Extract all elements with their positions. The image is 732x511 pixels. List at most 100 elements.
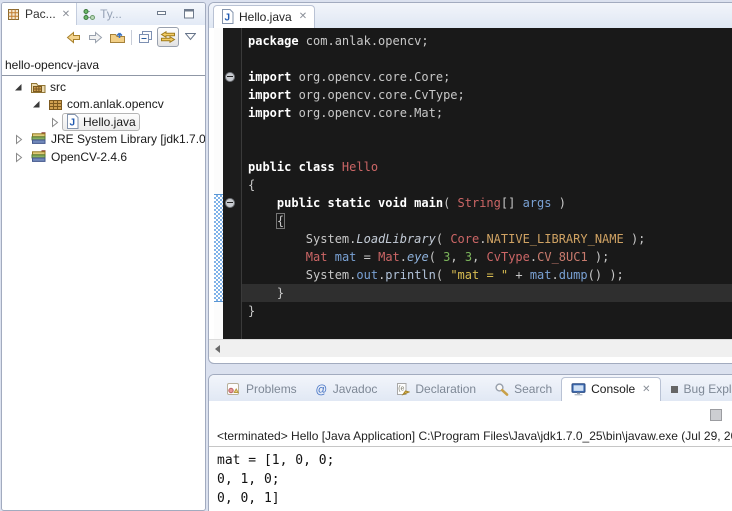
- tab-declaration[interactable]: (e Declaration: [386, 378, 485, 401]
- scroll-left-arrow-icon: [215, 345, 220, 353]
- package-explorer-icon: [8, 8, 21, 21]
- tree-item-jre-system-library-jdk1-7-0[interactable]: JRE System Library [jdk1.7.0: [2, 131, 205, 149]
- code-token: ): [551, 196, 565, 210]
- console-output[interactable]: mat = [1, 0, 0; 0, 1, 0; 0, 0, 1]: [209, 447, 732, 511]
- code-area[interactable]: package com.anlak.opencv;import org.open…: [242, 28, 732, 339]
- close-icon[interactable]: ✕: [299, 11, 307, 22]
- project-root[interactable]: hello-opencv-java: [2, 57, 205, 76]
- code-token: 3: [465, 250, 472, 264]
- svg-text:J: J: [225, 13, 231, 24]
- tree-item-opencv-2-4-6[interactable]: OpenCV-2.4.6: [2, 148, 205, 166]
- code-line: public static void main( String[] args ): [248, 194, 732, 212]
- eclipse-workbench: Pac... ✕ Ty... hello-opencv-java srcco: [0, 0, 732, 511]
- search-icon: [494, 382, 509, 396]
- expanded-arrow-icon[interactable]: [12, 81, 25, 93]
- view-menu-button[interactable]: [179, 27, 201, 47]
- tree-entry: src: [26, 78, 70, 96]
- code-line: }: [248, 302, 732, 320]
- view-window-buttons: [151, 3, 205, 25]
- svg-text:(e: (e: [399, 386, 405, 393]
- tab-label: Console: [591, 382, 635, 396]
- fold-collapse-icon[interactable]: [225, 72, 235, 82]
- package-explorer-toolbar: [2, 25, 205, 49]
- console-output-line: 0, 1, 0;: [217, 470, 728, 489]
- fold-ruler[interactable]: [223, 28, 242, 339]
- editor-area: J Hello.java ✕ package com.anlak.opencv;…: [208, 2, 732, 364]
- code-line: {: [248, 176, 732, 194]
- tab-label: Declaration: [415, 382, 476, 396]
- close-icon[interactable]: ✕: [642, 384, 650, 395]
- collapse-all-button[interactable]: [135, 27, 157, 47]
- code-token: (: [443, 196, 457, 210]
- toolbar-separator: [131, 30, 132, 45]
- code-token: []: [501, 196, 523, 210]
- tab-label: Ty...: [100, 7, 122, 21]
- tab-type-hierarchy[interactable]: Ty...: [77, 3, 128, 25]
- back-button[interactable]: [62, 27, 84, 47]
- tab-console[interactable]: Console ✕: [561, 377, 660, 401]
- code-token: out: [356, 268, 378, 282]
- editor-tab-bar: J Hello.java ✕: [209, 3, 732, 28]
- close-icon[interactable]: ✕: [62, 9, 70, 20]
- code-token: com.anlak.opencv;: [299, 34, 429, 48]
- tree-item-label: OpenCV-2.4.6: [51, 150, 127, 164]
- problems-icon: [226, 382, 241, 396]
- tab-javadoc[interactable]: @Javadoc: [306, 378, 387, 401]
- horizontal-scrollbar[interactable]: [209, 339, 732, 357]
- bug-icon: [670, 385, 679, 394]
- tab-problems[interactable]: Problems: [217, 378, 306, 401]
- expanded-arrow-icon[interactable]: [30, 98, 43, 110]
- code-line: System.out.println( "mat = " + mat.dump(…: [248, 266, 732, 284]
- collapsed-arrow-icon[interactable]: [12, 151, 25, 163]
- collapsed-arrow-icon[interactable]: [48, 116, 61, 128]
- code-token: public static void main: [277, 196, 443, 210]
- maximize-button[interactable]: [178, 4, 200, 24]
- code-token: mat: [530, 268, 552, 282]
- package-icon: [48, 98, 63, 111]
- tree-item-label: src: [50, 80, 66, 94]
- tab-hello-java[interactable]: J Hello.java ✕: [213, 5, 315, 28]
- java-file-icon: J: [221, 9, 234, 24]
- code-token: [248, 250, 306, 264]
- code-token: Mat: [378, 250, 400, 264]
- method-range-indicator: [214, 194, 223, 302]
- code-token: String: [458, 196, 501, 210]
- tree-item-com-anlak-opencv[interactable]: com.anlak.opencv: [2, 96, 205, 114]
- code-token: ,: [472, 250, 486, 264]
- code-token: Core: [450, 232, 479, 246]
- tree-item-hello-java[interactable]: JHello.java: [2, 113, 205, 131]
- code-token: public class: [248, 160, 342, 174]
- go-into-button[interactable]: [106, 27, 128, 47]
- code-token: LoadLibrary: [356, 232, 435, 246]
- code-token: import: [248, 106, 291, 120]
- tab-label: Hello.java: [239, 10, 292, 24]
- terminate-button[interactable]: [710, 409, 722, 421]
- console-status-line: <terminated> Hello [Java Application] C:…: [209, 429, 732, 447]
- code-line: import org.opencv.core.CvType;: [248, 86, 732, 104]
- annotation-ruler[interactable]: [214, 28, 223, 339]
- tab-label: Pac...: [25, 7, 56, 21]
- console-output-line: mat = [1, 0, 0;: [217, 451, 728, 470]
- link-with-editor-button[interactable]: [157, 27, 179, 47]
- code-token: {: [277, 214, 284, 228]
- collapsed-arrow-icon[interactable]: [12, 133, 25, 145]
- console-view: Problems@Javadoc(eDeclarationSearchConso…: [208, 374, 732, 511]
- tab-search[interactable]: Search: [485, 378, 561, 401]
- tab-package-explorer[interactable]: Pac... ✕: [2, 3, 77, 25]
- code-token: import: [248, 70, 291, 84]
- code-token: System.: [248, 268, 356, 282]
- code-line: import org.opencv.core.Mat;: [248, 104, 732, 122]
- fold-collapse-icon[interactable]: [225, 198, 235, 208]
- minimize-button[interactable]: [151, 4, 173, 24]
- console-output-line: 0, 0, 1]: [217, 489, 728, 508]
- console-tab-bar: Problems@Javadoc(eDeclarationSearchConso…: [209, 375, 732, 401]
- code-line: Mat mat = Mat.eye( 3, 3, CvType.CV_8UC1 …: [248, 248, 732, 266]
- forward-button[interactable]: [84, 27, 106, 47]
- package-explorer-tab-bar: Pac... ✕ Ty...: [2, 3, 205, 25]
- scroll-left-button[interactable]: [209, 340, 225, 357]
- code-line: {: [248, 212, 732, 230]
- tree-item-src[interactable]: src: [2, 78, 205, 96]
- tab-label: Problems: [246, 382, 297, 396]
- tab-bug-explorer[interactable]: Bug Explorer: [661, 378, 732, 401]
- code-token: org.opencv.core.Mat;: [291, 106, 443, 120]
